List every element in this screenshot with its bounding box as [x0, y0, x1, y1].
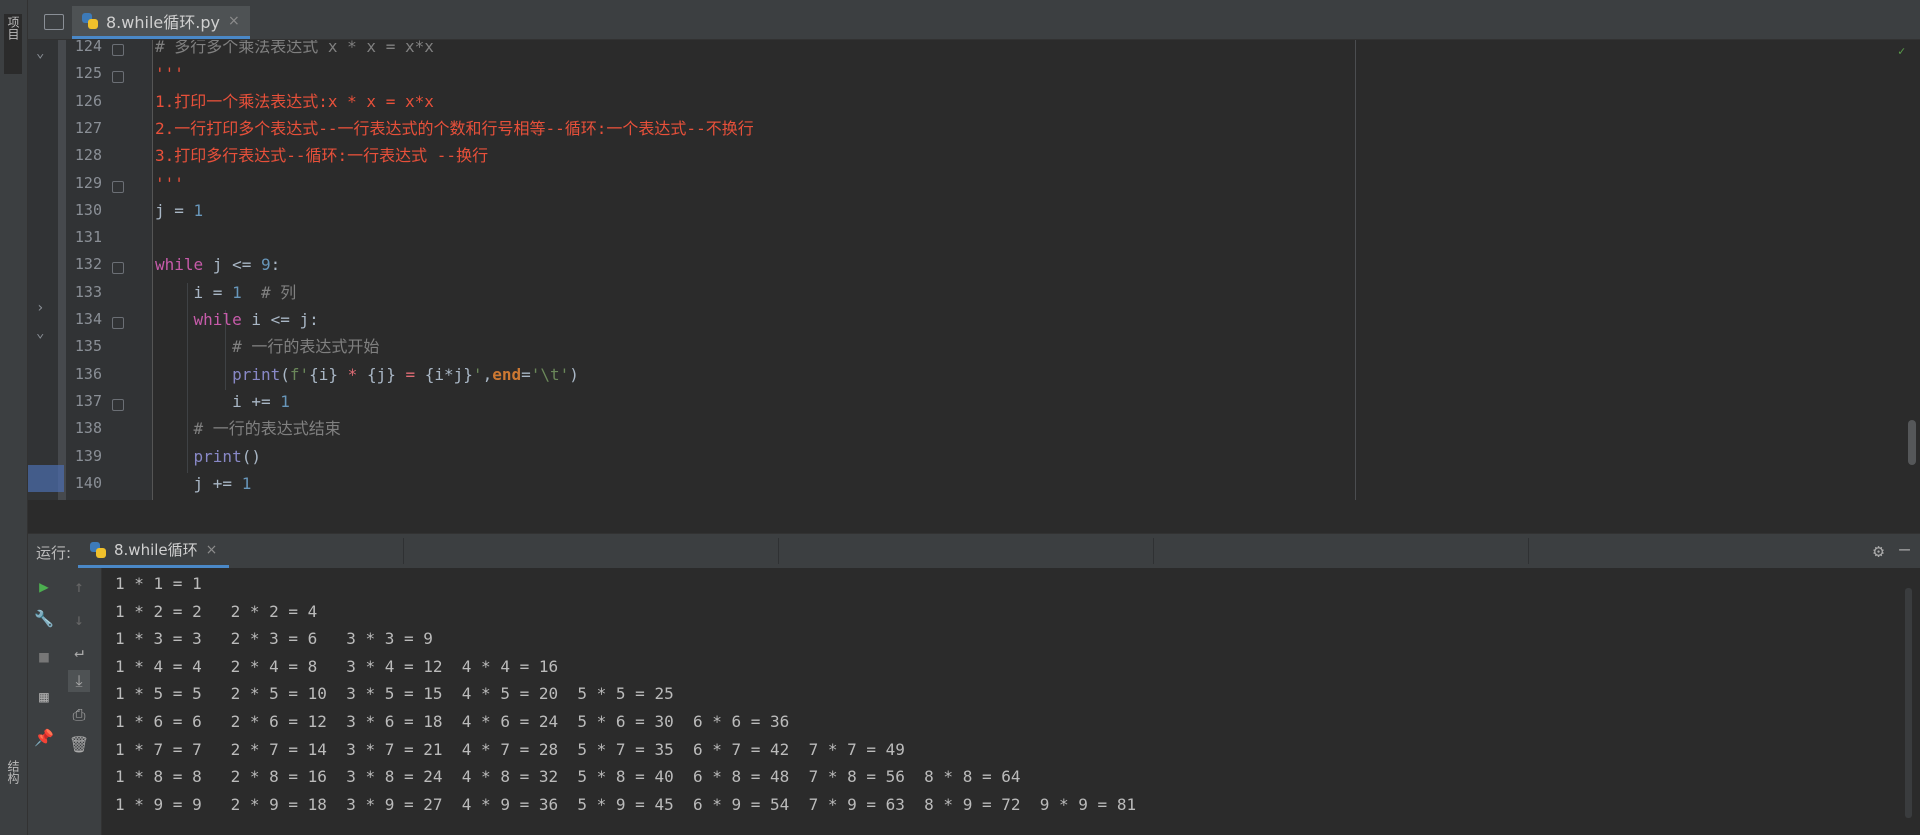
run-label: 运行:	[36, 544, 72, 562]
console-line: 1 * 2 = 2 2 * 2 = 4	[115, 601, 318, 621]
python-run-icon	[90, 541, 106, 558]
code-line[interactable]: while j <= 9:	[155, 251, 280, 278]
line-number: 135	[74, 337, 102, 356]
code-editor[interactable]: # 多行多个乘法表达式 x * x = x*x ''' 1.打印一个乘法表达式:x …	[153, 40, 1353, 500]
soft-wrap-icon[interactable]: ↵	[68, 641, 90, 663]
editor-tab-while-loop[interactable]: 8.while循环.py ×	[72, 6, 250, 39]
code-line[interactable]: 1.打印一个乘法表达式:x * x = x*x	[155, 88, 434, 115]
fold-marker-icon[interactable]	[112, 262, 124, 275]
console-line: 1 * 4 = 4 2 * 4 = 8 3 * 4 = 12 4 * 4 = 1…	[115, 656, 559, 676]
scroll-to-end-icon[interactable]: ⤓	[68, 670, 90, 692]
line-number: 136	[74, 364, 102, 383]
line-number: 129	[74, 173, 102, 192]
console-line: 1 * 7 = 7 2 * 7 = 14 3 * 7 = 21 4 * 7 = …	[115, 739, 905, 759]
line-number: 128	[74, 146, 102, 165]
console-output[interactable]: 1 * 1 = 1 1 * 2 = 2 2 * 2 = 4 1 * 3 = 3 2 …	[102, 568, 1920, 835]
console-line: 1 * 8 = 8 2 * 8 = 16 3 * 8 = 24 4 * 8 = …	[115, 767, 1021, 787]
line-number: 134	[74, 310, 102, 328]
trash-icon[interactable]: 🗑	[68, 734, 90, 756]
code-line[interactable]: print()	[155, 443, 261, 470]
line-number: 127	[74, 118, 102, 137]
line-number: 140	[74, 473, 102, 492]
code-line[interactable]: # 一行的表达式结束	[155, 415, 341, 442]
code-line[interactable]: while i <= j:	[155, 306, 319, 333]
fold-marker-icon[interactable]	[112, 317, 124, 329]
console-line: 1 * 1 = 1	[115, 574, 202, 593]
run-icon[interactable]: ▶	[33, 576, 55, 598]
code-line[interactable]: print(f'{i} * {j} = {i*j}',end='\t')	[155, 361, 579, 388]
chevron-down-icon[interactable]: ⌄	[36, 325, 44, 341]
code-line[interactable]: 2.一行打印多个表达式--一行表达式的个数和行号相等--循环:一个表达式--不换…	[155, 115, 754, 142]
arrow-down-icon[interactable]: ↓	[68, 609, 90, 631]
line-number: 133	[74, 282, 102, 301]
console-line: 1 * 3 = 3 2 * 3 = 6 3 * 3 = 9	[115, 629, 433, 649]
run-tab-label: 8.while循环	[114, 541, 198, 559]
project-tool-tab[interactable]: 项目	[4, 14, 22, 74]
line-number: 130	[74, 200, 102, 219]
line-number: 132	[74, 255, 102, 274]
run-panel-header: 运行: 8.while循环 × ⚙ —	[28, 533, 1920, 569]
editor-scrollbar[interactable]	[1908, 420, 1916, 465]
console-line: 1 * 9 = 9 2 * 9 = 18 3 * 9 = 27 4 * 9 = …	[115, 794, 1137, 814]
structure-tool-tab[interactable]: 结构	[4, 760, 22, 810]
run-toolbar: ▶ 🔧 ■ ▦ 📌 ↑ ↓ ↵ ⤓ ⎙ 🗑	[28, 568, 102, 835]
line-number: 137	[74, 391, 102, 410]
print-icon[interactable]: ⎙	[68, 704, 90, 726]
editor-tab-bar: 8.while循环.py ×	[28, 0, 1920, 40]
chevron-right-icon[interactable]: ›	[36, 300, 44, 316]
line-number: 139	[74, 446, 102, 465]
code-line[interactable]: # 多行多个乘法表达式 x * x = x*x	[155, 40, 434, 60]
close-run-tab-icon[interactable]: ×	[206, 542, 218, 558]
line-number: 126	[74, 91, 102, 110]
code-line[interactable]: j = 1	[155, 197, 203, 224]
line-number: 125	[74, 64, 102, 83]
fold-marker-icon[interactable]	[112, 180, 124, 193]
wrench-icon[interactable]: 🔧	[33, 608, 55, 630]
stop-icon[interactable]: ■	[33, 646, 55, 668]
code-line[interactable]: 3.打印多行表达式--循环:一行表达式 --换行	[155, 142, 488, 169]
code-line[interactable]: i = 1 # 列	[155, 279, 297, 306]
python-file-icon	[82, 13, 98, 29]
left-tool-strip: 项目 结构	[0, 0, 28, 835]
gear-icon[interactable]: ⚙	[1873, 541, 1884, 562]
layout-icon[interactable]: ▦	[33, 686, 55, 708]
inspection-ok-icon[interactable]: ✓	[1898, 44, 1914, 58]
right-margin-guide	[1355, 40, 1356, 500]
chevron-down-icon[interactable]: ⌄	[36, 45, 44, 61]
fold-marker-icon[interactable]	[112, 71, 124, 84]
console-scrollbar[interactable]	[1905, 588, 1912, 818]
line-number: 131	[74, 228, 102, 247]
editor-tab-label: 8.while循环.py	[106, 13, 220, 32]
close-tab-icon[interactable]: ×	[228, 13, 240, 29]
code-line[interactable]: i += 1	[155, 388, 290, 415]
console-line: 1 * 6 = 6 2 * 6 = 12 3 * 6 = 18 4 * 6 = …	[115, 712, 790, 731]
line-number: 124	[74, 37, 102, 55]
arrow-up-icon[interactable]: ↑	[68, 576, 90, 598]
code-line[interactable]: # 一行的表达式开始	[155, 333, 379, 360]
fold-marker-icon[interactable]	[112, 44, 124, 56]
pin-icon[interactable]: 📌	[33, 727, 55, 749]
code-line[interactable]: '''	[155, 60, 184, 87]
minimize-icon[interactable]: —	[1899, 539, 1910, 560]
fold-marker-icon[interactable]	[112, 398, 124, 411]
run-tab-while-loop[interactable]: 8.while循环 ×	[78, 534, 230, 568]
code-line[interactable]: j += 1	[155, 470, 252, 497]
recent-files-icon[interactable]	[44, 14, 64, 30]
code-line[interactable]: '''	[155, 170, 184, 197]
line-number: 138	[74, 419, 102, 438]
console-line: 1 * 5 = 5 2 * 5 = 10 3 * 5 = 15 4 * 5 = …	[115, 684, 674, 704]
